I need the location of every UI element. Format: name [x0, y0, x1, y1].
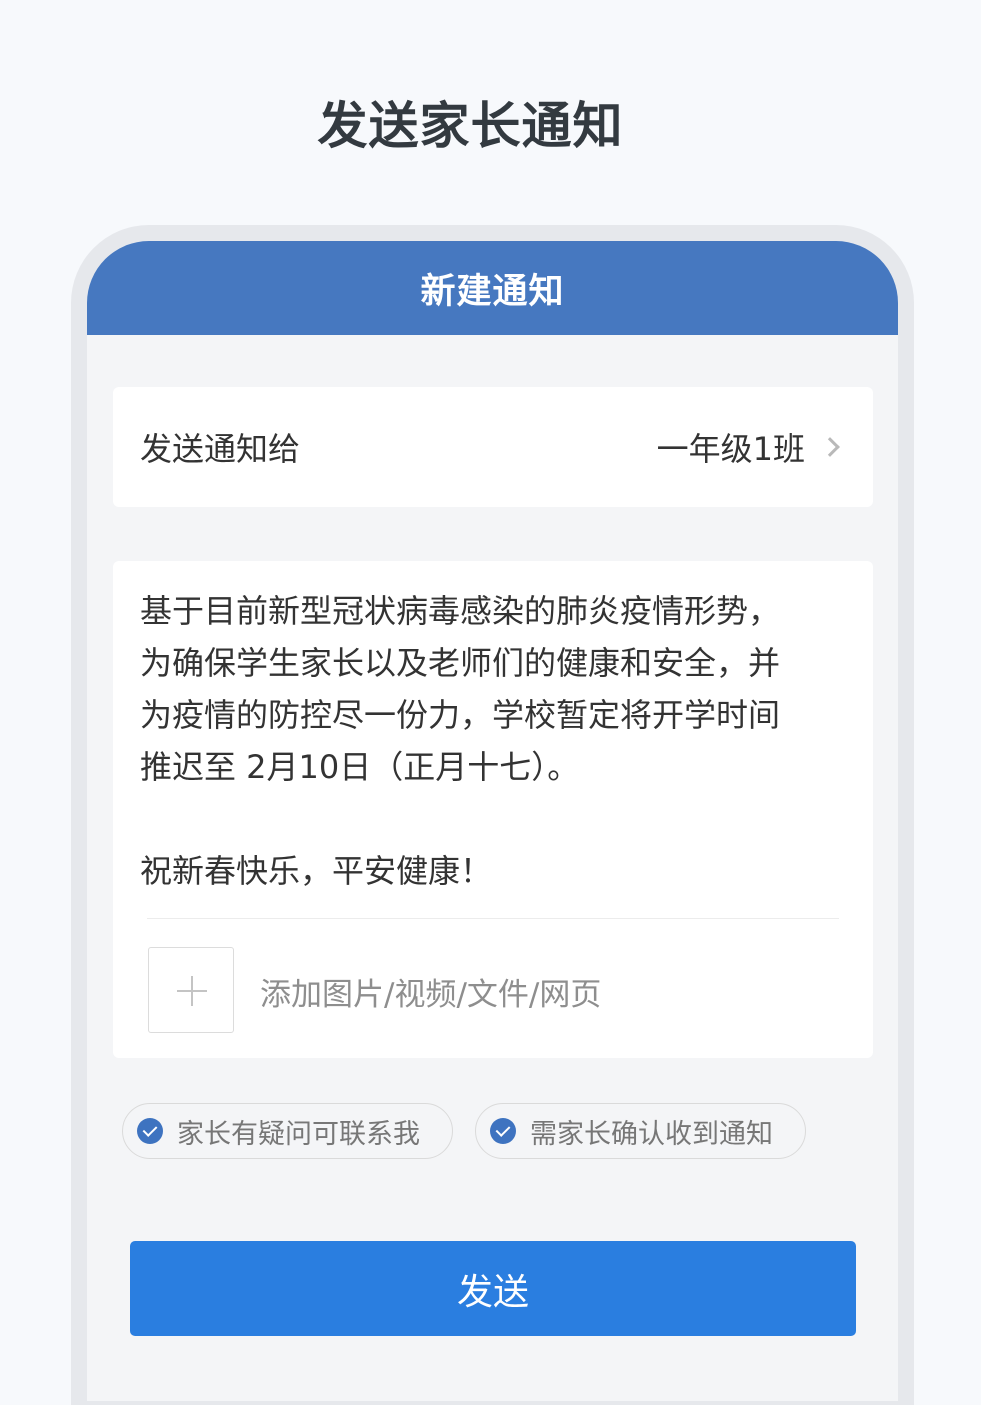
plus-icon: [177, 976, 207, 1006]
nav-bar: 新建通知: [87, 241, 898, 335]
message-line: 为疫情的防控尽一份力，学校暂定将开学时间: [140, 696, 781, 734]
recipient-value[interactable]: 一年级1班: [657, 424, 805, 470]
recipient-label: 发送通知给: [140, 430, 301, 468]
recipient-value-group[interactable]: 一年级1班: [657, 424, 840, 470]
option-label: 家长有疑问可联系我: [177, 1118, 420, 1150]
checkmark-circle-icon[interactable]: [137, 1118, 163, 1144]
recipient-selector[interactable]: 发送通知给 一年级1班: [113, 387, 873, 507]
message-line: 为确保学生家长以及老师们的健康和安全，并: [140, 644, 781, 682]
add-attachment-label[interactable]: 添加图片/视频/文件/网页: [260, 969, 601, 1014]
message-textarea[interactable]: 基于目前新型冠状病毒感染的肺炎疫情形势， 为确保学生家长以及老师们的健康和安全，…: [140, 585, 860, 897]
option-confirm-receipt[interactable]: 需家长确认收到通知: [475, 1103, 806, 1159]
option-parent-contact[interactable]: 家长有疑问可联系我: [122, 1103, 453, 1159]
add-attachment-button[interactable]: [148, 947, 234, 1033]
divider: [147, 918, 839, 919]
phone-screen: 新建通知 发送通知给 一年级1班 基于目前新型冠状病毒感染的肺炎疫情形势， 为确…: [87, 241, 898, 1401]
send-button[interactable]: 发送: [130, 1241, 856, 1336]
message-line: 祝新春快乐，平安健康！: [140, 852, 493, 890]
message-line: 推迟至 2月10日（正月十七）。: [140, 748, 580, 786]
option-label: 需家长确认收到通知: [530, 1118, 773, 1150]
page-title: 发送家长通知: [317, 97, 624, 155]
message-line: 基于目前新型冠状病毒感染的肺炎疫情形势，: [140, 592, 781, 630]
notice-editor-card: 基于目前新型冠状病毒感染的肺炎疫情形势， 为确保学生家长以及老师们的健康和安全，…: [113, 561, 873, 1058]
checkmark-circle-icon[interactable]: [490, 1118, 516, 1144]
nav-title: 新建通知: [420, 271, 565, 312]
chevron-right-icon[interactable]: [820, 437, 840, 457]
